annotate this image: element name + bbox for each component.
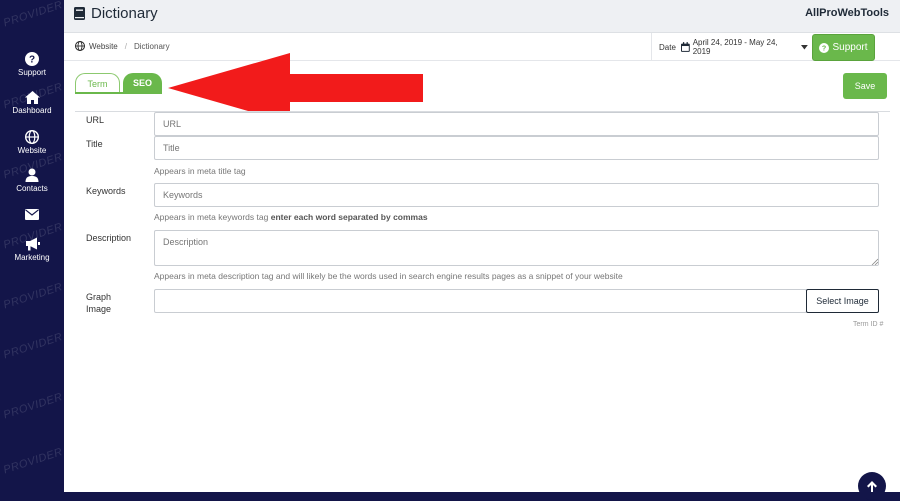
breadcrumb-dictionary: Dictionary <box>134 41 170 51</box>
calendar-icon <box>680 42 690 52</box>
graph-image-label: Graph Image <box>86 291 111 315</box>
page-title: Dictionary <box>91 5 158 22</box>
term-id: Term ID # <box>853 321 884 328</box>
sidebar-item-contacts[interactable]: Contacts <box>0 168 64 193</box>
tab-term[interactable]: Term <box>75 73 120 93</box>
description-label: Description <box>86 233 132 243</box>
question-circle-icon: ? <box>25 52 39 66</box>
watermark: PROVIDER <box>2 391 64 422</box>
date-range-value: April 24, 2019 - May 24, 2019 <box>692 38 778 56</box>
select-image-label: Select Image <box>816 296 869 306</box>
question-circle-icon: ? <box>819 42 830 53</box>
watermark: PROVIDER <box>2 331 64 362</box>
save-button[interactable]: Save <box>843 73 887 99</box>
watermark: PROVIDER <box>2 281 64 312</box>
globe-icon <box>75 41 85 51</box>
book-icon <box>74 7 85 20</box>
brand-name: AllProWebTools <box>805 7 889 19</box>
user-icon <box>25 168 39 182</box>
description-textarea[interactable] <box>154 230 879 266</box>
breadcrumb: Website / Dictionary <box>75 41 170 51</box>
sidebar-item-label: Marketing <box>14 253 50 262</box>
megaphone-icon <box>25 237 40 251</box>
date-range-picker[interactable]: Date April 24, 2019 - May 24, 2019 <box>651 33 808 61</box>
tab-seo[interactable]: SEO <box>123 73 162 93</box>
keywords-label: Keywords <box>86 186 126 196</box>
resize-handle-icon[interactable] <box>871 258 878 265</box>
sidebar-item-label: Contacts <box>16 184 48 193</box>
url-label: URL <box>86 115 105 125</box>
scroll-to-top-button[interactable] <box>858 472 886 500</box>
bottom-bar <box>64 492 900 501</box>
envelope-icon <box>25 209 39 220</box>
sidebar-item-label: Support <box>17 68 47 77</box>
breadcrumb-website[interactable]: Website <box>89 42 118 51</box>
tab-label: Term <box>87 78 108 89</box>
caret-down-icon <box>801 44 808 49</box>
select-image-button[interactable]: Select Image <box>806 289 879 313</box>
description-hint: Appears in meta description tag and will… <box>154 271 623 281</box>
svg-text:?: ? <box>29 55 35 66</box>
date-label: Date <box>659 42 676 52</box>
keywords-input[interactable] <box>154 183 879 207</box>
tab-label: SEO <box>132 78 152 88</box>
globe-icon <box>25 130 39 144</box>
keywords-hint-bold: enter each word separated by commas <box>270 212 428 222</box>
sidebar-item-label: Dashboard <box>12 106 52 115</box>
graph-image-label-line2: Image <box>86 304 112 314</box>
title-label: Title <box>86 139 103 149</box>
sidebar-item-website[interactable]: Website <box>0 130 64 155</box>
keywords-hint: Appears in meta keywords tag enter each … <box>154 212 428 222</box>
tab-underline <box>75 92 162 94</box>
sidebar-item-dashboard[interactable]: Dashboard <box>0 91 64 115</box>
sidebar: PROVIDER PROVIDER PROVIDER PROVIDER PROV… <box>0 0 64 501</box>
support-button[interactable]: ? Support <box>812 34 875 61</box>
sidebar-item-marketing[interactable]: Marketing <box>0 237 64 262</box>
save-button-label: Save <box>854 81 876 91</box>
keywords-hint-text: Appears in meta keywords tag <box>154 212 269 222</box>
graph-image-input[interactable] <box>154 289 807 313</box>
watermark: PROVIDER <box>2 0 64 30</box>
support-button-label: Support <box>832 42 868 53</box>
sidebar-item-email[interactable] <box>0 209 64 222</box>
url-input[interactable] <box>154 112 879 136</box>
sidebar-item-support[interactable]: ? Support <box>0 52 64 77</box>
title-input[interactable] <box>154 136 879 160</box>
sidebar-item-label: Website <box>17 146 47 155</box>
title-hint: Appears in meta title tag <box>154 166 246 176</box>
home-icon <box>24 91 40 104</box>
arrow-up-icon <box>867 480 877 492</box>
svg-text:?: ? <box>822 44 826 52</box>
page-header: Dictionary AllProWebTools <box>64 0 900 33</box>
breadcrumb-separator: / <box>124 41 127 51</box>
graph-image-label-line1: Graph <box>86 292 112 302</box>
watermark: PROVIDER <box>2 446 64 477</box>
